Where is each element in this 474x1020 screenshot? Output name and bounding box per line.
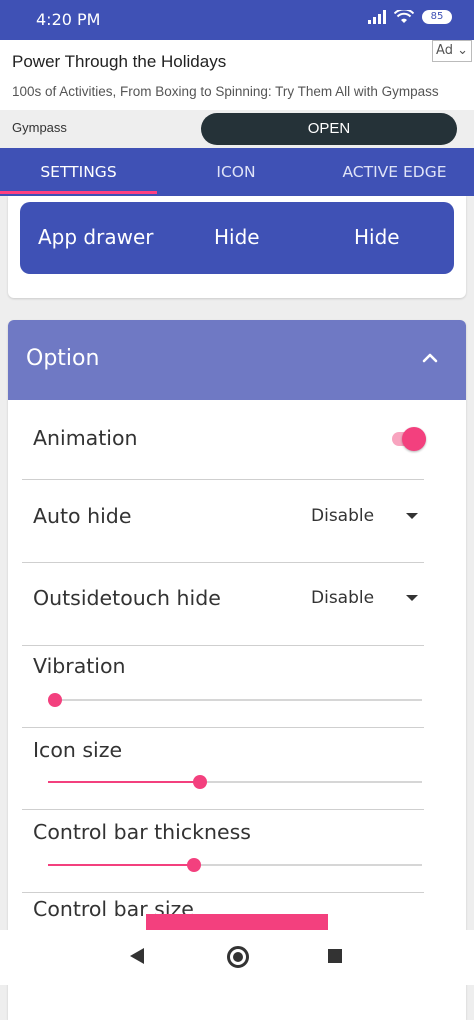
dropdown-arrow-icon[interactable] bbox=[406, 595, 418, 601]
option-title: Option bbox=[26, 346, 100, 371]
app-drawer-label: App drawer bbox=[38, 225, 154, 249]
settings-card: App drawer Hide Hide bbox=[8, 196, 466, 298]
animation-label: Animation bbox=[33, 426, 138, 450]
auto-hide-dropdown[interactable]: Disable bbox=[311, 506, 374, 526]
ad-badge-label: Ad bbox=[436, 43, 453, 58]
icon-size-slider-thumb[interactable] bbox=[193, 775, 207, 789]
tab-settings[interactable]: SETTINGS bbox=[0, 148, 157, 196]
app-drawer-value-1[interactable]: Hide bbox=[214, 225, 260, 249]
status-icons: 85 bbox=[368, 10, 452, 24]
ad-banner[interactable]: Power Through the Holidays 100s of Activ… bbox=[0, 40, 474, 148]
tab-icon[interactable]: ICON bbox=[157, 148, 315, 196]
outsidetouch-hide-label: Outsidetouch hide bbox=[33, 586, 221, 610]
ad-brand: Gympass bbox=[12, 120, 67, 135]
ad-open-button[interactable]: OPEN bbox=[201, 113, 457, 145]
animation-toggle[interactable] bbox=[402, 427, 426, 451]
tab-indicator bbox=[0, 191, 157, 194]
home-icon[interactable] bbox=[227, 946, 249, 968]
back-icon[interactable] bbox=[130, 948, 144, 964]
status-time: 4:20 PM bbox=[36, 10, 101, 29]
ad-choices-badge[interactable]: Ad ⌄ bbox=[432, 40, 472, 62]
tab-active-edge[interactable]: ACTIVE EDGE bbox=[315, 148, 474, 196]
control-bar-thickness-slider-thumb[interactable] bbox=[187, 858, 201, 872]
chevron-down-icon: ⌄ bbox=[457, 43, 468, 58]
ad-title[interactable]: Power Through the Holidays bbox=[12, 52, 226, 72]
outsidetouch-hide-dropdown[interactable]: Disable bbox=[311, 588, 374, 608]
vibration-slider-thumb[interactable] bbox=[48, 693, 62, 707]
auto-hide-row: Auto hide Disable bbox=[22, 480, 424, 563]
system-nav-bar bbox=[0, 930, 474, 985]
control-bar-thickness-label: Control bar thickness bbox=[33, 820, 251, 844]
icon-size-slider-fill bbox=[48, 781, 200, 783]
auto-hide-label: Auto hide bbox=[33, 504, 132, 528]
vibration-slider-track[interactable] bbox=[48, 699, 422, 701]
dropdown-arrow-icon[interactable] bbox=[406, 513, 418, 519]
animation-row: Animation bbox=[22, 400, 426, 480]
control-bar-thickness-row: Control bar thickness bbox=[22, 810, 424, 893]
battery-icon: 85 bbox=[422, 10, 452, 24]
status-bar: 4:20 PM 85 bbox=[0, 0, 474, 40]
app-drawer-row[interactable]: App drawer Hide Hide bbox=[20, 202, 454, 274]
signal-icon bbox=[368, 10, 386, 24]
tab-bar: SETTINGS ICON ACTIVE EDGE bbox=[0, 148, 474, 196]
floating-control-bar[interactable] bbox=[146, 914, 328, 930]
vibration-label: Vibration bbox=[33, 654, 126, 678]
wifi-icon bbox=[394, 10, 414, 23]
icon-size-row: Icon size bbox=[22, 728, 424, 810]
option-header[interactable]: Option bbox=[8, 320, 466, 400]
app-drawer-value-2[interactable]: Hide bbox=[354, 225, 400, 249]
outsidetouch-hide-row: Outsidetouch hide Disable bbox=[22, 563, 424, 646]
icon-size-label: Icon size bbox=[33, 738, 123, 762]
vibration-row: Vibration bbox=[22, 646, 424, 728]
ad-description[interactable]: 100s of Activities, From Boxing to Spinn… bbox=[12, 84, 439, 99]
chevron-up-icon[interactable] bbox=[420, 348, 440, 368]
control-bar-thickness-slider-fill bbox=[48, 864, 194, 866]
recents-icon[interactable] bbox=[328, 949, 342, 963]
ad-bottom-bar: Gympass OPEN bbox=[0, 110, 474, 148]
